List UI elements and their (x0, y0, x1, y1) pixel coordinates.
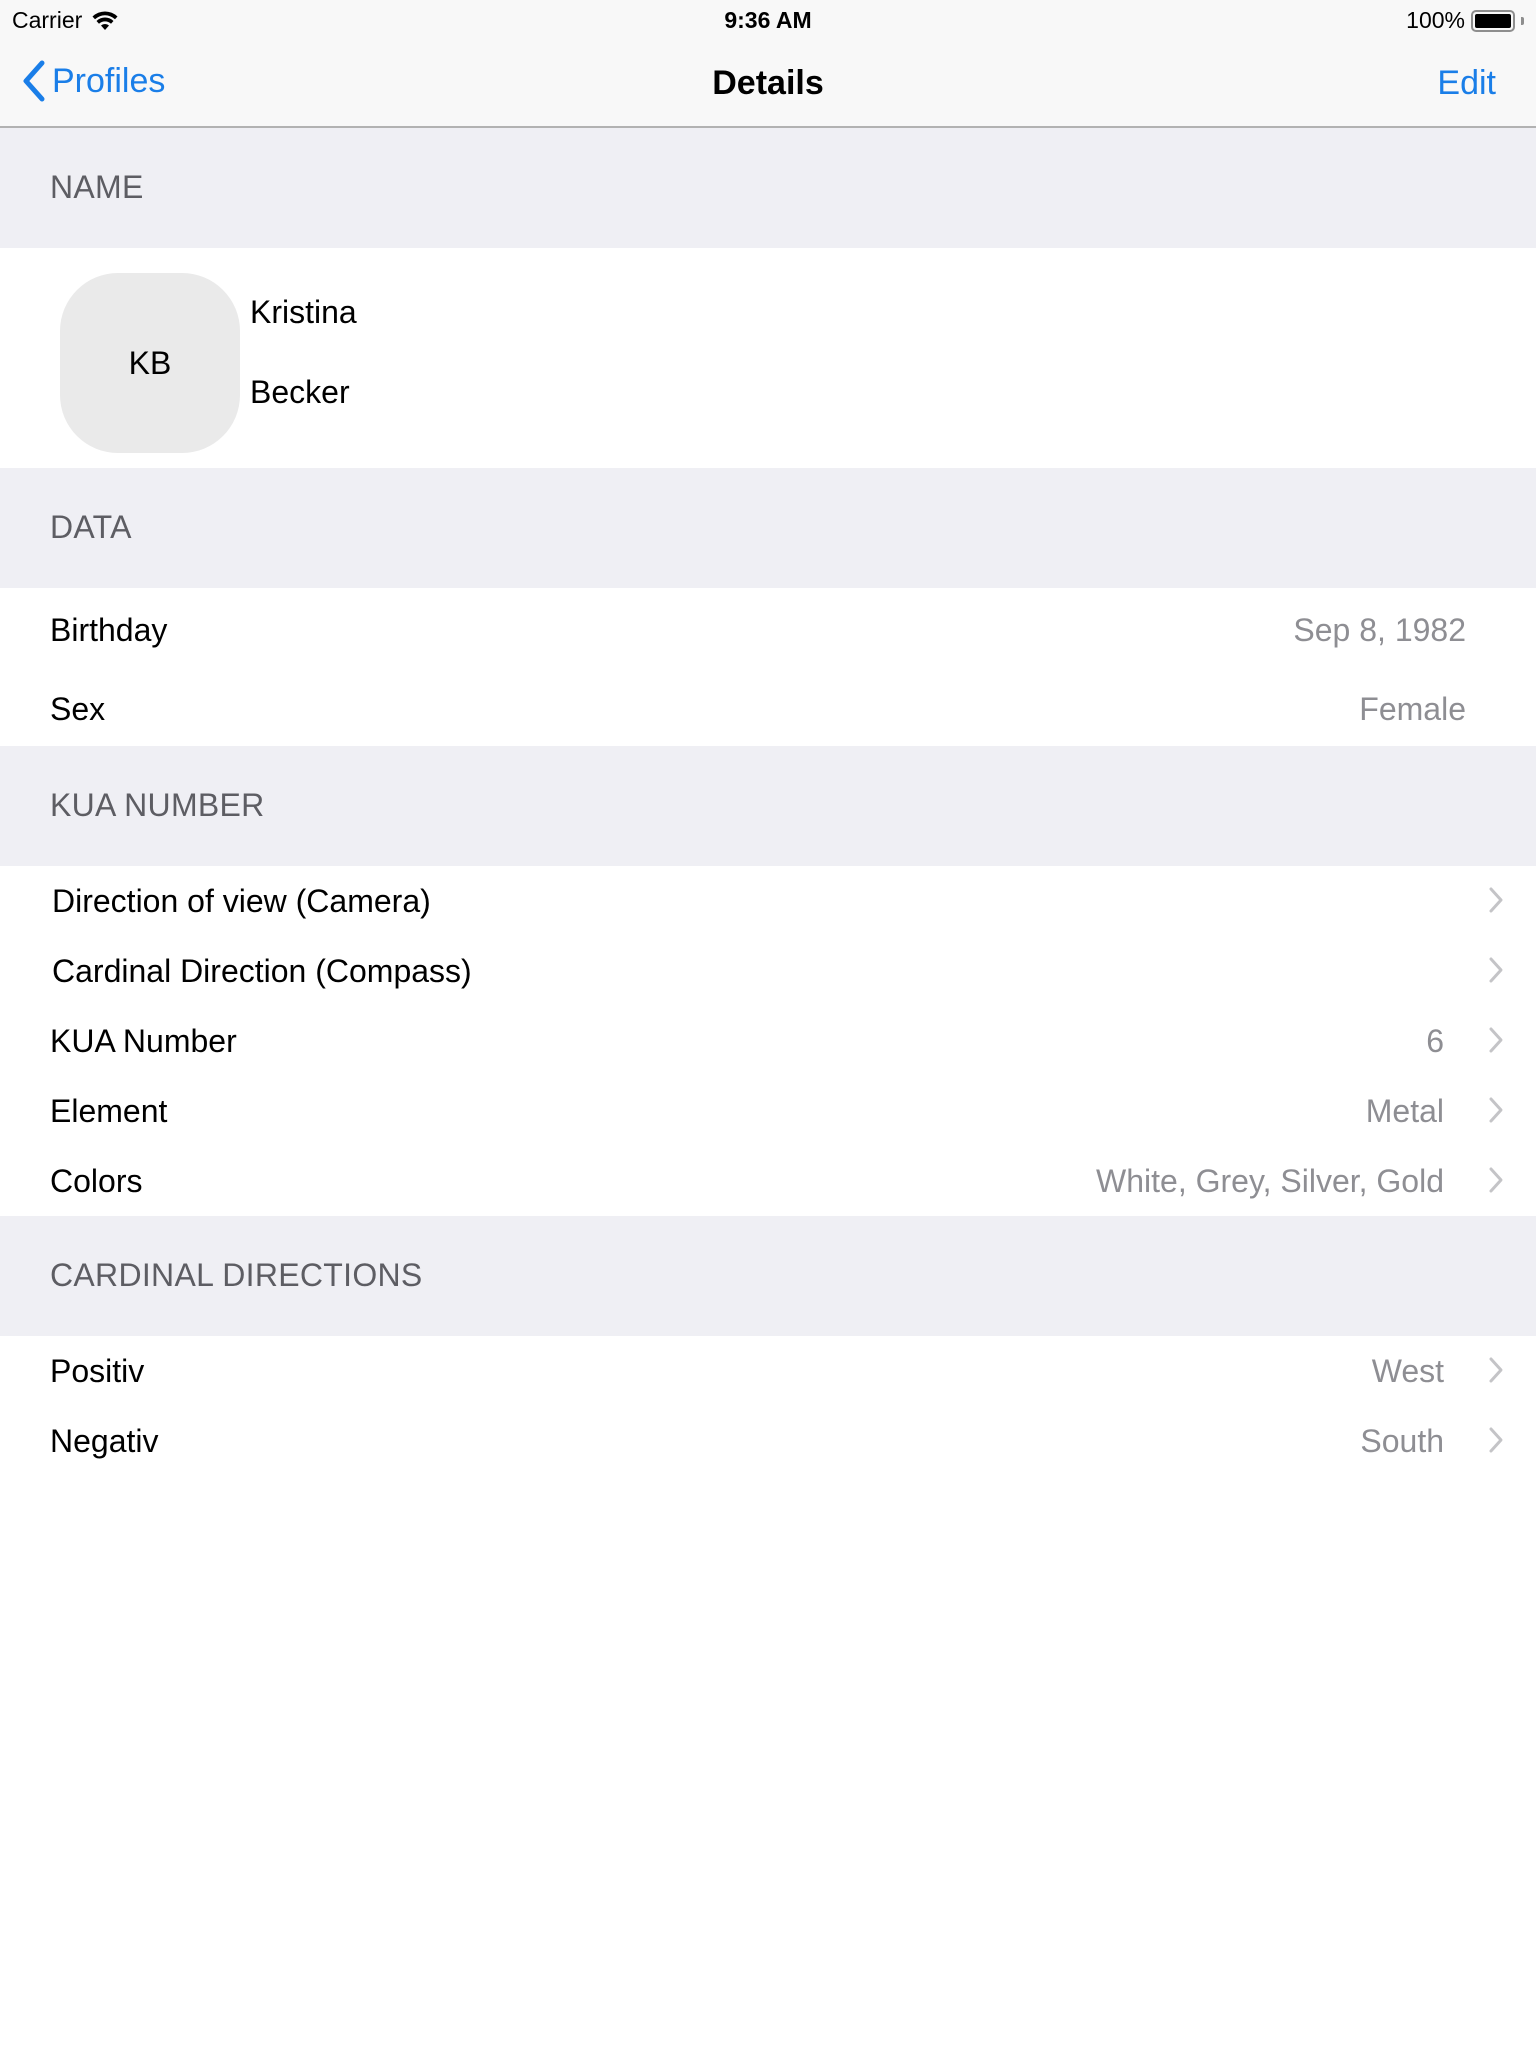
navigation-bar: Profiles Details Edit (0, 40, 1536, 128)
chevron-right-icon (1489, 1357, 1503, 1383)
section-header-name: NAME (0, 128, 1536, 248)
row-value: Sep 8, 1982 (1293, 612, 1466, 648)
row-value: White, Grey, Silver, Gold (1096, 1163, 1444, 1199)
cardinal-direction-row[interactable]: Cardinal Direction (Compass) (0, 936, 1536, 1006)
avatar-initials: KB (128, 344, 172, 381)
row-label: Direction of view (Camera) (52, 883, 431, 919)
row-label: Positiv (50, 1353, 145, 1389)
row-label: Colors (50, 1163, 143, 1199)
kua-number-row[interactable]: KUA Number 6 (0, 1006, 1536, 1076)
positive-direction-row[interactable]: Positiv West (0, 1336, 1536, 1406)
section-title: NAME (50, 169, 144, 205)
battery-cap (1521, 16, 1524, 25)
negative-direction-row[interactable]: Negativ South (0, 1406, 1536, 1476)
chevron-right-icon (1489, 1427, 1503, 1453)
row-label: Negativ (50, 1423, 159, 1459)
battery-indicator: 100% (1406, 7, 1524, 34)
row-label: Cardinal Direction (Compass) (52, 953, 472, 989)
status-bar: Carrier 9:36 AM 100% (0, 0, 1536, 40)
battery-level (1475, 13, 1511, 28)
row-value: West (1371, 1353, 1444, 1389)
battery-icon (1471, 9, 1515, 32)
first-name: Kristina (250, 294, 357, 330)
section-header-cardinal: CARDINAL DIRECTIONS (0, 1216, 1536, 1336)
row-label: Element (50, 1093, 168, 1129)
section-header-kua: KUA NUMBER (0, 746, 1536, 866)
row-value: 6 (1426, 1023, 1444, 1059)
name-cell: KB Kristina Becker (0, 248, 1536, 468)
row-value: South (1360, 1423, 1444, 1459)
row-label: Sex (50, 691, 106, 727)
last-name: Becker (250, 374, 350, 410)
clock: 9:36 AM (724, 7, 812, 33)
chevron-right-icon (1489, 1167, 1503, 1193)
page-title: Details (712, 64, 824, 102)
chevron-right-icon (1489, 1027, 1503, 1053)
birthday-row[interactable]: Birthday Sep 8, 1982 (0, 588, 1536, 667)
row-label: KUA Number (50, 1023, 237, 1059)
section-header-data: DATA (0, 468, 1536, 588)
row-value: Metal (1365, 1093, 1444, 1129)
section-title: DATA (50, 509, 132, 545)
direction-of-view-row[interactable]: Direction of view (Camera) (0, 866, 1536, 936)
chevron-right-icon (1489, 1097, 1503, 1123)
element-row[interactable]: Element Metal (0, 1076, 1536, 1146)
row-label: Birthday (50, 612, 168, 648)
battery-percent: 100% (1406, 7, 1465, 33)
sex-row[interactable]: Sex Female (0, 667, 1536, 746)
row-value: Female (1359, 691, 1466, 727)
chevron-right-icon (1489, 887, 1503, 913)
section-title: KUA NUMBER (50, 787, 265, 823)
edit-button[interactable]: Edit (1437, 64, 1496, 103)
chevron-right-icon (1489, 957, 1503, 983)
section-title: CARDINAL DIRECTIONS (50, 1257, 423, 1293)
colors-row[interactable]: Colors White, Grey, Silver, Gold (0, 1146, 1536, 1216)
avatar[interactable]: KB (60, 273, 240, 453)
